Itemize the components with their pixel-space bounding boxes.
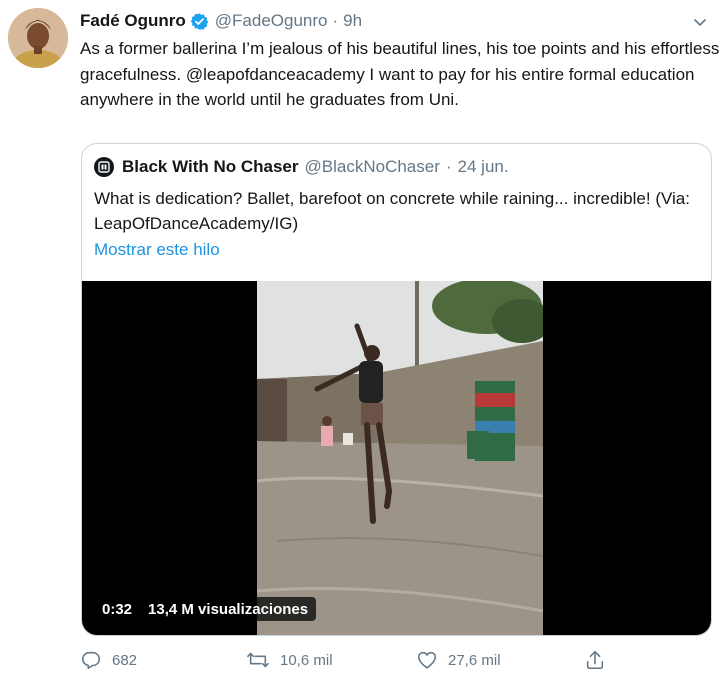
- show-thread-link[interactable]: Mostrar este hilo: [94, 240, 220, 260]
- video-frame: [257, 281, 543, 635]
- quoted-author-name: Black With No Chaser: [122, 157, 299, 176]
- avatar-photo: [8, 8, 68, 68]
- quoted-header-separator: ·: [445, 157, 452, 176]
- like-button[interactable]: 27,6 mil: [416, 646, 501, 674]
- like-count: 27,6 mil: [448, 651, 501, 669]
- video-player[interactable]: 0:32 13,4 M visualizaciones: [82, 281, 711, 635]
- video-info-badge: 0:32 13,4 M visualizaciones: [94, 597, 317, 621]
- share-icon: [586, 650, 604, 670]
- reply-button[interactable]: 682: [80, 646, 137, 674]
- retweet-button[interactable]: 10,6 mil: [246, 646, 333, 674]
- chevron-down-icon[interactable]: [688, 10, 712, 34]
- reply-count: 682: [112, 651, 138, 669]
- author-name[interactable]: Fadé Ogunro: [80, 11, 186, 31]
- author-avatar[interactable]: [8, 8, 68, 68]
- quoted-tweet[interactable]: Black With No Chaser @BlackNoChaser · 24…: [81, 143, 712, 636]
- heart-icon: [417, 651, 437, 669]
- header-separator: ·: [332, 11, 339, 30]
- video-views: 13,4 M visualizaciones: [148, 600, 309, 618]
- quoted-tweet-header: Black With No Chaser @BlackNoChaser · 24…: [94, 156, 509, 178]
- tweet-text: As a former ballerina I’m jealous of his…: [80, 39, 720, 109]
- retweet-icon: [247, 652, 269, 668]
- quoted-author-handle: @BlackNoChaser: [304, 157, 440, 176]
- quoted-tweet-date: 24 jun.: [457, 157, 509, 176]
- tweet-actions: 682 10,6 mil 27,6 mil: [80, 646, 620, 674]
- quoted-author-avatar: [94, 157, 114, 177]
- quoted-logo-icon: [98, 161, 110, 173]
- video-thumbnail: [257, 281, 543, 635]
- reply-icon: [81, 651, 101, 670]
- tweet-header: Fadé Ogunro @FadeOgunro · 9h: [80, 8, 362, 34]
- tweet-timestamp[interactable]: 9h: [343, 11, 362, 31]
- retweet-count: 10,6 mil: [280, 651, 333, 669]
- share-button[interactable]: [584, 646, 616, 674]
- author-handle[interactable]: @FadeOgunro: [215, 11, 328, 31]
- video-duration: 0:32: [102, 600, 133, 618]
- verified-badge-icon: [190, 12, 209, 31]
- quoted-tweet-text: What is dedication? Ballet, barefoot on …: [94, 189, 690, 233]
